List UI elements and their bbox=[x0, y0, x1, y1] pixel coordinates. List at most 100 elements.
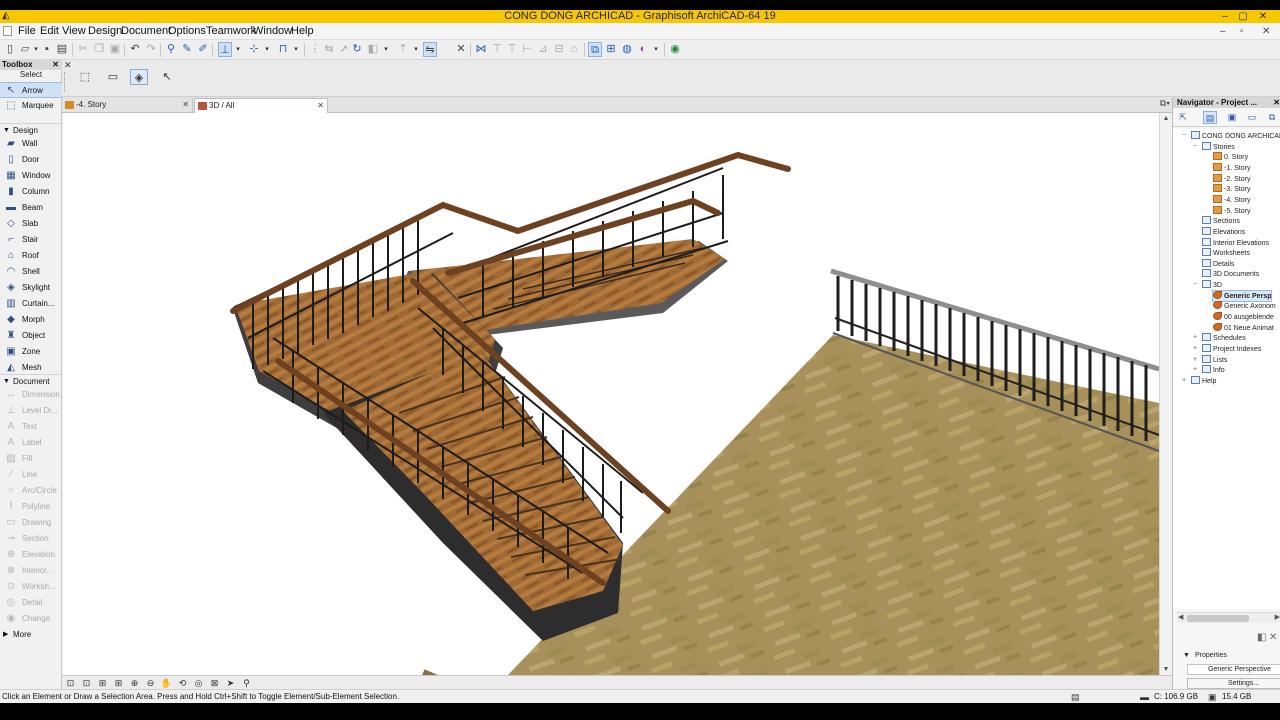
tool-slab[interactable]: ◇ Slab bbox=[0, 216, 62, 232]
explore-icon[interactable]: ◎ bbox=[192, 677, 205, 689]
inject-icon[interactable]: ✐ bbox=[196, 42, 210, 57]
tree-item-stories[interactable]: − Stories bbox=[1193, 141, 1235, 152]
expand-icon[interactable]: + bbox=[1182, 376, 1186, 386]
tool-elevation[interactable]: ⊕ Elevation bbox=[0, 547, 62, 563]
scroll-down-icon[interactable]: ▼ bbox=[1160, 666, 1172, 673]
cut-icon[interactable]: ✂ bbox=[76, 42, 90, 57]
tool-dimension[interactable]: ↔ Dimension bbox=[0, 387, 62, 403]
arrange-icon[interactable]: ⇆ bbox=[322, 42, 336, 57]
redo-icon[interactable]: ↷ bbox=[144, 42, 158, 57]
undo-icon[interactable]: ↶ bbox=[128, 42, 142, 57]
selection-method-3d-icon[interactable]: ◈ bbox=[130, 69, 148, 85]
tool-zone[interactable]: ▣ Zone bbox=[0, 344, 62, 360]
zoom-next-icon[interactable]: ⊞ bbox=[112, 677, 125, 689]
paste-icon[interactable]: ▣ bbox=[108, 42, 122, 57]
tree-item-project-indexes[interactable]: + Project Indexes bbox=[1193, 344, 1261, 354]
tree-item-worksheets[interactable]: Worksheets bbox=[1202, 248, 1250, 258]
printer-status-icon[interactable]: ▤ bbox=[1071, 692, 1080, 702]
tree-item-details[interactable]: Details bbox=[1202, 258, 1234, 269]
tree-item-3d[interactable]: − 3D bbox=[1193, 280, 1222, 290]
project-map-icon[interactable]: ▤ bbox=[1203, 111, 1217, 124]
tool-object[interactable]: ♜ Object bbox=[0, 328, 62, 344]
toolbox-close-icon[interactable]: ✕ bbox=[52, 60, 59, 70]
expand-icon[interactable]: + bbox=[1193, 365, 1197, 375]
tab-list-menu-icon[interactable]: ⧉▾ bbox=[1160, 98, 1170, 109]
collapse-icon[interactable]: − bbox=[1193, 280, 1197, 290]
tree-item-lists[interactable]: + Lists bbox=[1193, 354, 1227, 365]
maximize-button[interactable]: ▢ bbox=[1234, 10, 1252, 23]
adjust-icon[interactable]: ⊤ bbox=[505, 42, 519, 57]
navigate-arrow-icon[interactable]: ➤ bbox=[224, 677, 237, 689]
close-selection-icon[interactable]: ✕ bbox=[454, 42, 468, 57]
render-icon[interactable]: ◉ bbox=[668, 42, 682, 57]
menu-options[interactable]: Options bbox=[168, 23, 206, 40]
menu-document[interactable]: Document bbox=[121, 23, 171, 40]
tool-fill[interactable]: ▨ Fill bbox=[0, 451, 62, 467]
3d-style-icon[interactable]: ◐ bbox=[636, 42, 650, 57]
tree-item--1-story[interactable]: -1. Story bbox=[1213, 162, 1250, 173]
model-view-icon[interactable]: ⇋ bbox=[423, 42, 437, 57]
tree-item--4-story[interactable]: -4. Story bbox=[1213, 194, 1250, 205]
scrollbar-thumb[interactable] bbox=[1187, 615, 1249, 622]
navigator-horizontal-scrollbar[interactable]: ◀ ▶ bbox=[1177, 612, 1280, 623]
close-window-button[interactable]: ✕ bbox=[1254, 10, 1272, 23]
collapse-icon[interactable]: − bbox=[1182, 131, 1186, 141]
menu-window[interactable]: Window bbox=[253, 23, 292, 40]
tool-section[interactable]: ⊸ Section bbox=[0, 531, 62, 547]
tree-item--3-story[interactable]: -3. Story bbox=[1213, 184, 1250, 194]
3d-cutaway-icon[interactable]: ⊞ bbox=[604, 42, 618, 57]
selection-method-rect-icon[interactable]: ⬚ bbox=[76, 69, 94, 85]
menu-help[interactable]: Help bbox=[291, 23, 314, 40]
tree-item-cong-dong-archicad[interactable]: − CONG DONG ARCHICAD bbox=[1182, 131, 1280, 141]
tool-change[interactable]: ◉ Change bbox=[0, 611, 62, 627]
new-file-icon[interactable]: ▯ bbox=[3, 42, 17, 57]
collapse-icon[interactable]: − bbox=[1193, 142, 1197, 152]
tool-roof[interactable]: ⌂ Roof bbox=[0, 248, 62, 264]
tree-item-01-neue-animat[interactable]: 01 Neue Animat bbox=[1213, 322, 1274, 333]
tree-item--5-story[interactable]: -5. Story bbox=[1213, 205, 1250, 216]
close-tab-icon[interactable]: ✕ bbox=[182, 98, 189, 112]
settings-button[interactable]: Settings... bbox=[1187, 678, 1280, 689]
split-icon[interactable]: ⊤ bbox=[490, 42, 504, 57]
tool-stair[interactable]: ⌐ Stair bbox=[0, 232, 62, 248]
tree-item-elevations[interactable]: Elevations bbox=[1202, 226, 1245, 237]
info-box-close-icon[interactable]: ✕ bbox=[64, 60, 72, 71]
publisher-sets-icon[interactable]: ⧉ bbox=[1265, 111, 1279, 124]
more-group-header[interactable]: ▶ More bbox=[0, 628, 62, 641]
info-box-grip[interactable] bbox=[64, 72, 68, 92]
3d-viewport[interactable] bbox=[63, 113, 1159, 675]
tree-item-generic-axonom[interactable]: Generic Axonom bbox=[1213, 301, 1276, 311]
tree-item-info[interactable]: + Info bbox=[1193, 365, 1225, 375]
viewport-vertical-scrollbar[interactable]: ▲ ▼ bbox=[1159, 113, 1172, 675]
menu-teamwork[interactable]: Teamwork bbox=[206, 23, 256, 40]
tool-marquee[interactable]: ⬚ Marquee bbox=[0, 98, 62, 114]
trace-icon[interactable]: ⋈ bbox=[474, 42, 488, 57]
zoom-in-icon[interactable]: ⊕ bbox=[128, 677, 141, 689]
tree-item-schedules[interactable]: + Schedules bbox=[1193, 333, 1246, 343]
tree-item-interior-elevations[interactable]: Interior Elevations bbox=[1202, 237, 1269, 248]
fillet-icon[interactable]: ⊿ bbox=[536, 42, 550, 57]
tool-worksh[interactable]: ⊙ Worksh... bbox=[0, 579, 62, 595]
tool-level-di[interactable]: ⊥ Level Di... bbox=[0, 403, 62, 419]
menu-view[interactable]: View bbox=[62, 23, 86, 40]
3d-window-icon[interactable]: ⌂ bbox=[567, 42, 581, 57]
zoom-out-icon[interactable]: ⊖ bbox=[144, 677, 157, 689]
gravity-icon[interactable]: ⊓ bbox=[276, 42, 290, 57]
mdi-minimize-icon[interactable]: – bbox=[1220, 23, 1226, 40]
tool-interior[interactable]: ⊗ Interior... bbox=[0, 563, 62, 579]
tool-arc-circle[interactable]: ○ Arc/Circle bbox=[0, 483, 62, 499]
navigator-mode-icon[interactable]: ⇱ bbox=[1176, 111, 1190, 124]
tool-beam[interactable]: ▬ Beam bbox=[0, 200, 62, 216]
document-group-header[interactable]: ▼ Document bbox=[0, 374, 62, 387]
mirror-dropdown-icon[interactable]: ▾ bbox=[382, 42, 390, 57]
open-dropdown-icon[interactable]: ▾ bbox=[32, 42, 40, 57]
tool-line[interactable]: ⁄ Line bbox=[0, 467, 62, 483]
minimize-button[interactable]: – bbox=[1216, 10, 1234, 23]
tree-item-3d-documents[interactable]: 3D Documents bbox=[1202, 269, 1259, 279]
mdi-close-icon[interactable]: ✕ bbox=[1262, 23, 1270, 40]
guide-lines-icon[interactable]: ⊥ bbox=[218, 42, 232, 57]
intersect-icon[interactable]: ⊢ bbox=[520, 42, 534, 57]
tab-3d-all[interactable]: 3D / All ✕ bbox=[194, 98, 328, 113]
navigator-panel-close-icon[interactable]: ✕ bbox=[1269, 632, 1277, 643]
tool-wall[interactable]: ▰ Wall bbox=[0, 136, 62, 152]
